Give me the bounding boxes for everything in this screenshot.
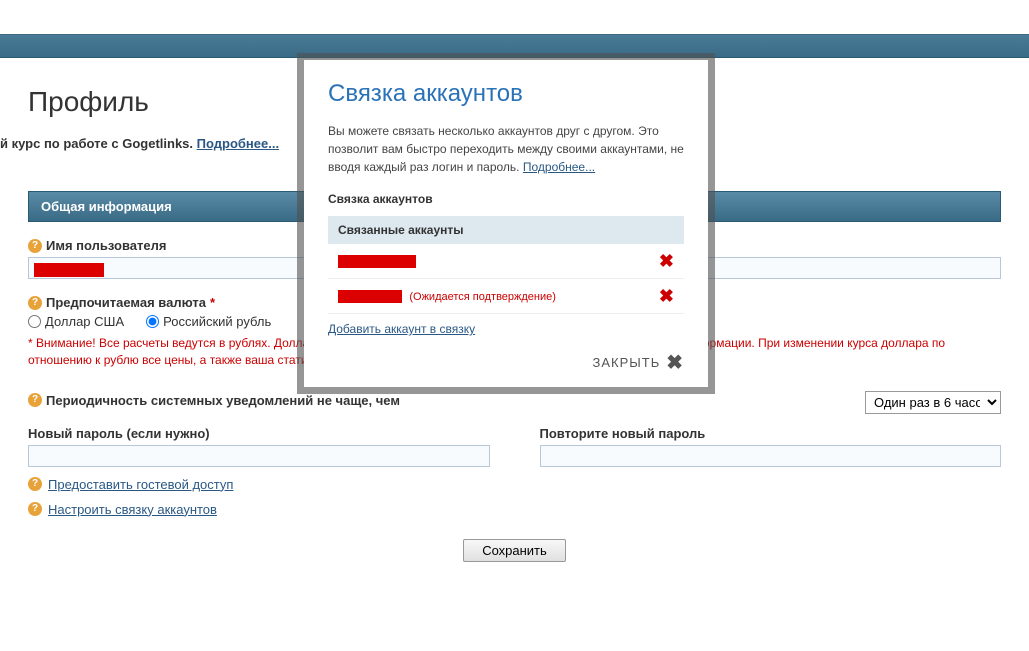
- repeat-password-label: Повторите новый пароль: [540, 426, 1002, 441]
- currency-rub-radio[interactable]: [146, 315, 159, 328]
- link-accounts-modal: Связка аккаунтов Вы можете связать неско…: [304, 60, 708, 387]
- modal-description: Вы можете связать несколько аккаунтов др…: [328, 122, 684, 176]
- modal-title: Связка аккаунтов: [328, 80, 684, 108]
- link-accounts-link[interactable]: Настроить связку аккаунтов: [48, 502, 217, 517]
- link-accounts-row: ? Настроить связку аккаунтов: [28, 502, 1001, 517]
- guest-access-row: ? Предоставить гостевой доступ: [28, 477, 1001, 492]
- pending-label: (Ожидается подтверждение): [409, 291, 556, 303]
- close-label: ЗАКРЫТЬ: [592, 355, 660, 370]
- course-more-link[interactable]: Подробнее...: [197, 136, 279, 151]
- help-icon[interactable]: ?: [28, 296, 42, 310]
- redacted-username: [34, 263, 104, 277]
- add-account-link[interactable]: Добавить аккаунт в связку: [328, 322, 475, 336]
- repeat-password-input[interactable]: [540, 445, 1002, 467]
- help-icon[interactable]: ?: [28, 239, 42, 253]
- linked-accounts-header: Связанные аккаунты: [328, 216, 684, 244]
- username-label: Имя пользователя: [46, 238, 166, 253]
- close-icon: ✖: [666, 350, 684, 375]
- linked-account-row: (Ожидается подтверждение) ✖: [328, 279, 684, 314]
- delete-icon[interactable]: ✖: [659, 252, 674, 270]
- delete-icon[interactable]: ✖: [659, 287, 674, 305]
- currency-usd-radio[interactable]: [28, 315, 41, 328]
- linked-account-row: ✖: [328, 244, 684, 279]
- new-password-input[interactable]: [28, 445, 490, 467]
- password-row: Новый пароль (если нужно) Повторите новы…: [28, 426, 1001, 467]
- help-icon[interactable]: ?: [28, 393, 42, 407]
- redacted-account: [338, 290, 402, 303]
- required-mark: *: [210, 295, 215, 310]
- new-password-label: Новый пароль (если нужно): [28, 426, 490, 441]
- help-icon[interactable]: ?: [28, 477, 42, 491]
- guest-access-link[interactable]: Предоставить гостевой доступ: [48, 477, 233, 492]
- save-button[interactable]: Сохранить: [463, 539, 566, 562]
- course-text: й курс по работе с Gogetlinks.: [0, 136, 193, 151]
- currency-rub-option[interactable]: Российский рубль: [146, 314, 271, 329]
- modal-subtitle: Связка аккаунтов: [328, 192, 684, 206]
- top-nav-bar: [0, 34, 1029, 58]
- close-button[interactable]: ЗАКРЫТЬ ✖: [328, 350, 684, 375]
- notif-label: Периодичность системных уведомлений не ч…: [46, 393, 400, 408]
- modal-more-link[interactable]: Подробнее...: [523, 160, 595, 174]
- currency-label: Предпочитаемая валюта: [46, 295, 206, 310]
- notif-select[interactable]: Один раз в 6 часов: [865, 391, 1001, 414]
- currency-usd-option[interactable]: Доллар США: [28, 314, 124, 329]
- redacted-account: [338, 255, 416, 268]
- help-icon[interactable]: ?: [28, 502, 42, 516]
- notification-field: ? Периодичность системных уведомлений не…: [28, 391, 1001, 414]
